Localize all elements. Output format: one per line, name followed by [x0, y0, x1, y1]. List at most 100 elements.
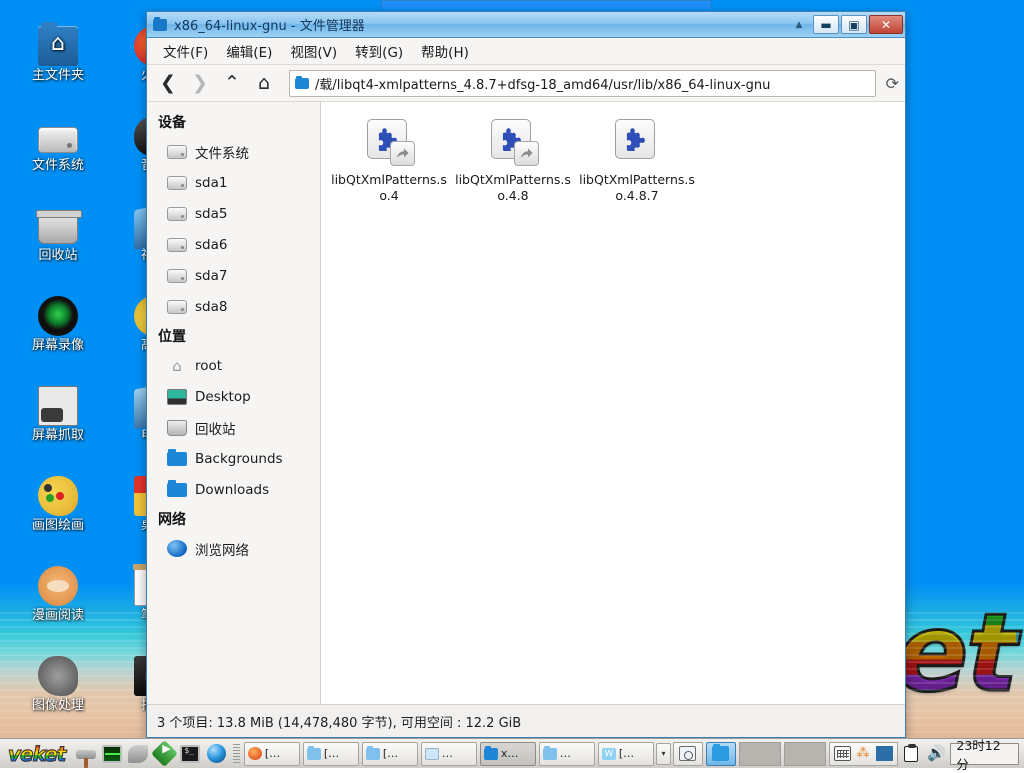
- taskbar-window-label: …: [560, 747, 571, 760]
- background-window-strip[interactable]: [381, 0, 711, 9]
- sidebar-section-heading: 设备: [147, 108, 320, 136]
- menu-bar[interactable]: 文件(F)编辑(E)视图(V)转到(G)帮助(H): [147, 38, 905, 65]
- desktop-icon[interactable]: 漫画阅读: [10, 562, 106, 623]
- sidebar-item-sda6[interactable]: sda6: [147, 229, 320, 260]
- file-name: libQtXmlPatterns.so.4: [331, 172, 447, 204]
- quick-launch-button[interactable]: [99, 741, 125, 767]
- quick-launch-button[interactable]: [177, 741, 203, 767]
- sidebar-item-文件系统[interactable]: 文件系统: [147, 136, 320, 167]
- taskbar-window-button[interactable]: […: [362, 742, 418, 766]
- sidebar-item-sda8[interactable]: sda8: [147, 291, 320, 322]
- status-text: 3 个项目: 13.8 MiB (14,478,480 字节), 可用空间 : …: [157, 712, 521, 731]
- menu-item-1[interactable]: 编辑(E): [218, 38, 280, 64]
- sidebar-item-Backgrounds[interactable]: Backgrounds: [147, 443, 320, 474]
- close-button[interactable]: ✕: [869, 15, 903, 34]
- desktop-icon-label: 画图绘画: [10, 518, 106, 533]
- maximize-button[interactable]: ▣: [841, 15, 867, 34]
- sidebar-item-label: sda6: [195, 237, 227, 253]
- tray-empty-slot[interactable]: [739, 742, 781, 766]
- sidebar[interactable]: 设备文件系统 sda1 sda5 sda6 sda7sda8位置⌂rootDesktop…: [147, 102, 321, 704]
- navigation-toolbar[interactable]: ❮ ❯ ⌃ ⌂ 载/libqt4-xmlpatterns_4.8.7+dfsg-…: [147, 65, 905, 102]
- drive-icon: [167, 269, 187, 283]
- sidebar-item-sda7[interactable]: sda7: [147, 260, 320, 291]
- file-view[interactable]: libQtXmlPatterns.so.4libQtXmlPatterns.so…: [321, 102, 905, 704]
- quick-launch-button[interactable]: [203, 741, 229, 767]
- screenshot-icon-art: [38, 386, 78, 426]
- fcitx-input-icon[interactable]: ⁂: [855, 746, 872, 761]
- desktop-icon[interactable]: 画图绘画: [10, 472, 106, 533]
- file-item[interactable]: libQtXmlPatterns.so.4.8.7: [575, 112, 699, 210]
- taskbar-window-button[interactable]: […: [244, 742, 300, 766]
- menu-item-3[interactable]: 转到(G): [347, 38, 411, 64]
- sidebar-item-root[interactable]: ⌂root: [147, 350, 320, 381]
- desktop-icon[interactable]: 主文件夹: [10, 22, 106, 83]
- firefox-icon: [248, 747, 262, 760]
- forward-button: ❯: [185, 69, 215, 98]
- sidebar-item-sda1[interactable]: sda1: [147, 167, 320, 198]
- taskbar-window-button[interactable]: …: [539, 742, 595, 766]
- file-manager-window[interactable]: x86_64-linux-gnu - 文件管理器 ▲ ▬ ▣ ✕ 文件(F)编辑…: [146, 11, 906, 738]
- reload-icon[interactable]: ⟳: [886, 74, 899, 93]
- sidebar-item-回收站[interactable]: 回收站: [147, 412, 320, 443]
- start-menu-button[interactable]: veket: [2, 744, 71, 764]
- quick-launch-bar[interactable]: [73, 741, 229, 767]
- clock[interactable]: 23时12分: [950, 743, 1019, 765]
- sidebar-item-Desktop[interactable]: Desktop: [147, 381, 320, 412]
- window-titlebar[interactable]: x86_64-linux-gnu - 文件管理器 ▲ ▬ ▣ ✕: [147, 12, 905, 38]
- desktop-icon-label: 漫画阅读: [10, 608, 106, 623]
- up-button[interactable]: ⌃: [217, 69, 247, 98]
- back-button[interactable]: ❮: [153, 69, 183, 98]
- quick-launch-button[interactable]: [125, 741, 151, 767]
- sidebar-item-Downloads[interactable]: Downloads: [147, 474, 320, 505]
- file-item[interactable]: libQtXmlPatterns.so.4.8: [451, 112, 575, 210]
- taskbar-overflow-button[interactable]: ▾: [656, 743, 671, 765]
- taskbar-window-button[interactable]: W[…: [598, 742, 654, 766]
- desktop-icon[interactable]: 文件系统: [10, 112, 106, 173]
- sidebar-item-label: Downloads: [195, 482, 269, 498]
- window-button-list[interactable]: […[…[……x……W[…: [244, 742, 654, 766]
- signal-bars-icon[interactable]: [876, 746, 893, 761]
- taskbar[interactable]: veket […[…[……x……W[… ▾ ⁂🔊23时12分: [0, 738, 1024, 768]
- system-tray[interactable]: ⁂ 🔊 23时12分: [673, 742, 1022, 766]
- taskbar-window-button[interactable]: […: [303, 742, 359, 766]
- desktop-icon[interactable]: 图像处理: [10, 652, 106, 713]
- minimize-button[interactable]: ▬: [813, 15, 839, 34]
- desktop-icon[interactable]: 屏幕抓取: [10, 382, 106, 443]
- file-item[interactable]: libQtXmlPatterns.so.4: [327, 112, 451, 210]
- terminal-icon: [180, 745, 200, 763]
- tray-button[interactable]: [706, 742, 736, 766]
- home-button[interactable]: ⌂: [249, 69, 279, 98]
- trash-icon: [167, 420, 187, 436]
- volume-glyph: 🔊: [927, 746, 946, 761]
- sidebar-item-sda5[interactable]: sda5: [147, 198, 320, 229]
- sidebar-item-label: 回收站: [195, 418, 236, 438]
- taskbar-window-label: […: [619, 747, 634, 760]
- tray-empty-slot[interactable]: [784, 742, 826, 766]
- file-grid[interactable]: libQtXmlPatterns.so.4libQtXmlPatterns.so…: [321, 102, 905, 220]
- clipboard-icon[interactable]: [901, 742, 923, 766]
- menu-item-2[interactable]: 视图(V): [282, 38, 345, 64]
- quick-launch-button[interactable]: [73, 741, 99, 767]
- desktop-icon-label: 屏幕录像: [10, 338, 106, 353]
- desktop-icon[interactable]: 屏幕录像: [10, 292, 106, 353]
- taskbar-window-button[interactable]: …: [421, 742, 477, 766]
- sidebar-item-label: sda1: [195, 175, 227, 191]
- desktop-icon[interactable]: 回收站: [10, 202, 106, 263]
- menu-item-4[interactable]: 帮助(H): [413, 38, 477, 64]
- folder-icon: [543, 748, 557, 760]
- tray-button[interactable]: [673, 742, 703, 766]
- folder-icon: [484, 748, 498, 760]
- keyboard-icon[interactable]: [834, 746, 851, 761]
- browser-globe-icon: [207, 744, 226, 763]
- quick-launch-button[interactable]: [151, 741, 177, 767]
- path-text[interactable]: 载/libqt4-xmlpatterns_4.8.7+dfsg-18_amd64…: [315, 74, 870, 93]
- taskbar-window-button[interactable]: x…: [480, 742, 536, 766]
- path-bar[interactable]: 载/libqt4-xmlpatterns_4.8.7+dfsg-18_amd64…: [289, 70, 876, 97]
- sidebar-section-heading: 位置: [147, 322, 320, 350]
- sidebar-item-浏览网络[interactable]: 浏览网络: [147, 533, 320, 564]
- gimp-icon-art: [38, 656, 78, 696]
- tray-indicator-group[interactable]: ⁂: [829, 742, 898, 766]
- shade-button[interactable]: ▲: [791, 16, 807, 34]
- menu-item-0[interactable]: 文件(F): [155, 38, 216, 64]
- volume-icon[interactable]: 🔊: [925, 742, 947, 766]
